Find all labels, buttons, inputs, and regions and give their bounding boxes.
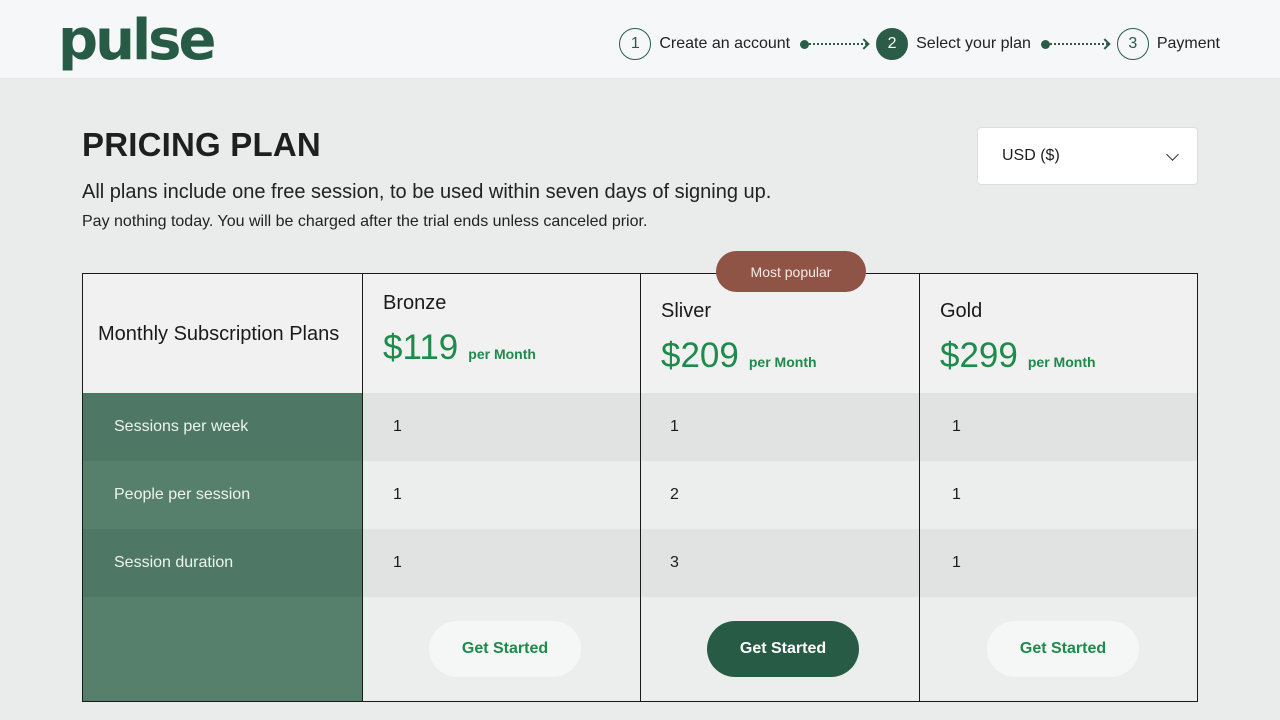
currency-select[interactable]: USD ($) — [977, 127, 1198, 185]
plan-value: 1 — [393, 486, 402, 503]
step-select-plan[interactable]: 2 Select your plan — [876, 28, 1031, 60]
get-started-sliver-button[interactable]: Get Started — [707, 621, 859, 677]
plan-value: 3 — [641, 529, 919, 597]
plan-price: $119 — [383, 328, 459, 367]
get-started-gold-button[interactable]: Get Started — [987, 621, 1139, 677]
plan-value: 1 — [363, 529, 641, 597]
trial-note: Pay nothing today. You will be charged a… — [82, 213, 648, 230]
step-create-account[interactable]: 1 Create an account — [619, 28, 790, 60]
step-number: 3 — [1116, 28, 1149, 60]
feature-label: Session duration — [83, 529, 362, 597]
feature-label: People per session — [114, 486, 251, 503]
logo[interactable]: pulse — [58, 6, 216, 76]
plan-value: 1 — [920, 529, 1197, 597]
step-label: Create an account — [659, 35, 791, 52]
step-number: 1 — [619, 28, 652, 60]
step-payment[interactable]: 3 Payment — [1116, 28, 1220, 60]
plan-value: 1 — [952, 486, 961, 503]
plan-period: per Month — [1027, 354, 1096, 370]
plan-name: Bronze — [383, 292, 447, 314]
plan-name: Gold — [940, 300, 983, 322]
plan-value: 2 — [670, 486, 679, 503]
plan-price-line: $209 per Month — [661, 336, 817, 376]
step-connector-arrow-icon — [800, 38, 870, 50]
plan-period: per Month — [748, 354, 817, 370]
plan-name: Sliver — [661, 300, 712, 322]
feature-column: Monthly Subscription Plans Sessions per … — [83, 274, 362, 701]
table-header-label: Monthly Subscription Plans — [83, 274, 362, 393]
plan-value: 1 — [920, 393, 1197, 461]
plan-column-sliver: Sliver $209 per Month 1 2 3 Get Started — [640, 274, 919, 701]
chevron-down-icon — [1166, 148, 1179, 161]
get-started-bronze-button[interactable]: Get Started — [429, 621, 581, 677]
header: pulse 1 Create an account 2 Select your … — [0, 0, 1280, 79]
plan-price-line: $299 per Month — [940, 336, 1096, 376]
plan-value: 1 — [363, 393, 641, 461]
plan-value: 1 — [641, 393, 919, 461]
step-connector-arrow-icon — [1040, 38, 1111, 50]
plan-price: $209 — [661, 336, 739, 375]
step-label: Payment — [1156, 35, 1220, 52]
most-popular-badge: Most popular — [716, 251, 866, 292]
pricing-table: Monthly Subscription Plans Sessions per … — [82, 273, 1198, 702]
feature-label: Sessions per week — [83, 393, 362, 461]
step-number: 2 — [876, 28, 909, 60]
plan-price-line: $119 per Month — [383, 328, 536, 368]
plan-column-gold: Gold $299 per Month 1 1 1 Get Started — [919, 274, 1197, 701]
plan-header: Bronze $119 per Month — [363, 274, 641, 393]
plan-column-bronze: Bronze $119 per Month 1 1 1 Get Started — [362, 274, 641, 701]
plan-period: per Month — [468, 346, 536, 362]
page-title: PRICING PLAN — [82, 126, 321, 163]
plan-price: $299 — [940, 336, 1018, 375]
currency-selected-value: USD ($) — [1002, 147, 1060, 164]
plan-header: Gold $299 per Month — [920, 274, 1197, 393]
page-subtitle: All plans include one free session, to b… — [82, 181, 772, 203]
step-label: Select your plan — [916, 35, 1031, 52]
progress-stepper: 1 Create an account 2 Select your plan 3… — [619, 28, 1220, 60]
